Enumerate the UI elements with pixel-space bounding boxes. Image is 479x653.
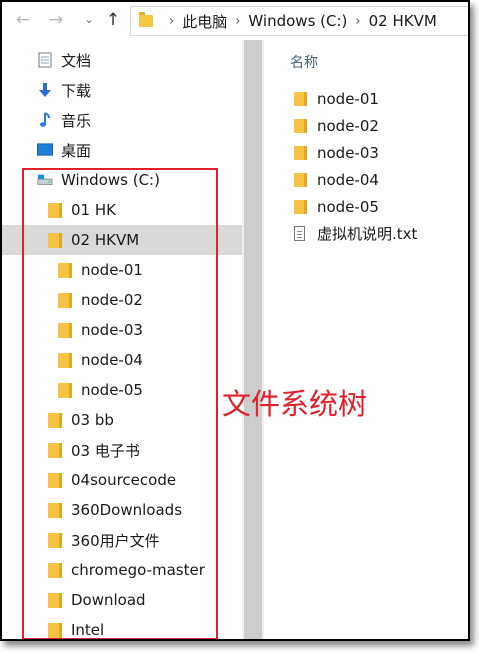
file-name: node-04 xyxy=(317,170,379,189)
folder-icon xyxy=(294,172,307,187)
back-button[interactable]: ← xyxy=(14,10,32,30)
music-icon xyxy=(37,112,53,128)
chevron-right-icon[interactable]: › xyxy=(355,14,360,29)
chevron-right-icon[interactable]: › xyxy=(235,14,240,29)
nav-item-desktop[interactable]: 桌面 xyxy=(2,135,242,165)
folder-icon xyxy=(294,118,307,133)
file-name: 虚拟机说明.txt xyxy=(317,225,418,243)
nav-pane-scrollbar[interactable] xyxy=(242,40,264,639)
file-name: node-03 xyxy=(317,143,379,162)
document-icon xyxy=(37,52,53,68)
list-item-node-01[interactable]: node-01 xyxy=(294,85,379,112)
recent-locations-button[interactable]: ⌄ xyxy=(80,10,98,30)
nav-item-music[interactable]: 音乐 xyxy=(2,105,242,135)
file-name: node-05 xyxy=(317,197,379,216)
breadcrumb-drive[interactable]: Windows (C:) xyxy=(248,12,347,30)
nav-item-label: 桌面 xyxy=(61,141,92,160)
up-button[interactable]: ↑ xyxy=(104,10,122,30)
breadcrumb-current-folder[interactable]: 02 HKVM xyxy=(369,12,437,30)
folder-icon xyxy=(294,199,307,214)
list-item-node-04[interactable]: node-04 xyxy=(294,166,379,193)
nav-item-downloads[interactable]: 下载 xyxy=(2,75,242,105)
folder-icon xyxy=(139,12,153,27)
nav-item-label: 下载 xyxy=(61,81,92,100)
list-item-vm-readme[interactable]: 虚拟机说明.txt xyxy=(294,220,417,247)
desktop-icon xyxy=(37,142,53,158)
text-file-icon xyxy=(294,226,305,241)
list-item-node-03[interactable]: node-03 xyxy=(294,139,379,166)
forward-button[interactable]: → xyxy=(47,10,65,30)
file-list-pane: 名称 node-01 node-02 node-03 node-04 node-… xyxy=(264,40,468,639)
nav-item-label: 音乐 xyxy=(61,111,92,130)
file-name: node-01 xyxy=(317,89,379,108)
toolbar: ← → ⌄ ↑ › 此电脑 › Windows (C:) › 02 HKVM xyxy=(2,2,468,40)
explorer-window: ← → ⌄ ↑ › 此电脑 › Windows (C:) › 02 HKVM 文… xyxy=(0,0,470,641)
scrollbar-thumb[interactable] xyxy=(244,40,262,639)
download-icon xyxy=(37,82,53,98)
annotation-label: 文件系统树 xyxy=(222,387,368,421)
folder-icon xyxy=(294,145,307,160)
column-header-name[interactable]: 名称 xyxy=(290,52,318,72)
list-item-node-05[interactable]: node-05 xyxy=(294,193,379,220)
address-bar[interactable]: › 此电脑 › Windows (C:) › 02 HKVM xyxy=(130,6,468,36)
nav-item-documents[interactable]: 文档 xyxy=(2,45,242,75)
annotation-highlight-box xyxy=(22,168,218,639)
breadcrumb-this-pc[interactable]: 此电脑 xyxy=(182,11,227,32)
nav-item-label: 文档 xyxy=(61,51,92,70)
file-name: node-02 xyxy=(317,116,379,135)
folder-icon xyxy=(294,91,307,106)
chevron-right-icon[interactable]: › xyxy=(169,14,174,29)
list-item-node-02[interactable]: node-02 xyxy=(294,112,379,139)
